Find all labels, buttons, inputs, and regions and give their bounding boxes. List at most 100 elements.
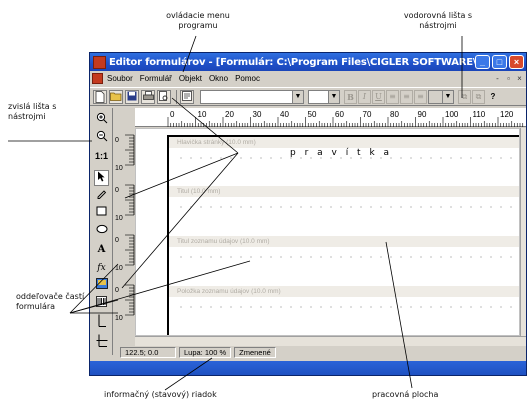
menu-soubor[interactable]: Soubor — [107, 74, 133, 83]
paste-format-icon[interactable]: ⧉ — [472, 89, 485, 104]
section-body-list-item[interactable] — [176, 302, 519, 310]
zoom-out-icon[interactable] — [94, 130, 109, 146]
chevron-down-icon[interactable]: ▼ — [442, 90, 453, 103]
ruler-label: 10 — [115, 265, 123, 272]
vertical-ruler-scale: 0 10 0 10 0 10 0 10 — [115, 134, 135, 322]
ruler-label: 10 — [115, 215, 123, 222]
image-icon[interactable] — [94, 278, 109, 294]
section-body-list-title[interactable] — [176, 252, 519, 260]
app-icon — [93, 55, 106, 69]
document-icon[interactable] — [92, 73, 103, 84]
underline-button[interactable]: U — [372, 89, 385, 104]
ruler-label: 40 — [280, 110, 289, 119]
pencil-icon[interactable] — [94, 188, 109, 204]
ruler-label: 80 — [390, 110, 399, 119]
horizontal-scrollbar[interactable] — [135, 336, 526, 346]
ruler-label: 70 — [363, 110, 372, 119]
mdi-minimize-button[interactable]: - — [493, 74, 502, 84]
color-combo[interactable]: ▼ — [428, 89, 454, 104]
ruler-label: 50 — [308, 110, 317, 119]
vertical-line-icon[interactable] — [94, 314, 109, 330]
ruler-label: 90 — [418, 110, 427, 119]
section-body-title[interactable] — [176, 202, 519, 210]
menu-objekt[interactable]: Objekt — [179, 74, 202, 83]
callout-workspace-label: pracovná plocha — [372, 390, 439, 399]
copy-format-icon[interactable]: ⧉ — [458, 89, 471, 104]
rulers-annotation: p r a v í t k a — [290, 148, 393, 158]
ellipse-icon[interactable] — [94, 224, 109, 240]
zoom-in-icon[interactable] — [94, 112, 109, 128]
ruler-label: 0 — [170, 110, 175, 119]
maximize-button[interactable]: □ — [492, 55, 507, 69]
menu-pomoc[interactable]: Pomoc — [235, 74, 260, 83]
align-left-icon[interactable]: ≡ — [386, 89, 399, 104]
ruler-label: 0 — [115, 187, 119, 194]
status-bar: 122.5; 0.0 Lupa: 100 % Zmenené — [114, 346, 526, 359]
window-title: Editor formulárov - [Formulár: C:\Progra… — [109, 56, 475, 68]
italic-button[interactable]: I — [358, 89, 371, 104]
vertical-ruler: 0 10 0 10 0 10 0 10 — [114, 127, 135, 338]
callout-status-label: informačný (stavový) riadok — [104, 390, 217, 399]
callout-separators-label: oddeľovače častí formulára — [16, 292, 85, 311]
print-icon[interactable] — [141, 89, 155, 104]
section-header-list-item[interactable]: Položka zoznamu údajov (10.0 mm) — [169, 286, 519, 297]
ruler-label: 10 — [115, 315, 123, 322]
ruler-label: 100 — [445, 110, 459, 119]
save-icon[interactable] — [125, 89, 139, 104]
ruler-label: 20 — [225, 110, 234, 119]
ruler-label: 30 — [253, 110, 262, 119]
app-window: Editor formulárov - [Formulár: C:\Progra… — [89, 52, 527, 376]
zoom-one-button[interactable]: 1:1 — [94, 148, 109, 164]
ruler-label: 10 — [198, 110, 207, 119]
print-preview-icon[interactable] — [157, 89, 171, 104]
rectangle-icon[interactable] — [94, 206, 109, 222]
open-folder-icon[interactable] — [109, 89, 123, 104]
ruler-label: 110 — [473, 110, 486, 119]
align-right-icon[interactable]: ≡ — [414, 89, 427, 104]
title-bar[interactable]: Editor formulárov - [Formulár: C:\Progra… — [90, 53, 526, 71]
function-tool-button[interactable]: fx — [94, 260, 109, 276]
font-size-combo[interactable]: ▼ — [308, 89, 340, 104]
chevron-down-icon[interactable]: ▼ — [292, 90, 303, 103]
properties-icon[interactable] — [180, 89, 194, 104]
font-name-combo[interactable]: ▼ — [200, 89, 304, 104]
minimize-button[interactable]: _ — [475, 55, 490, 69]
mdi-restore-button[interactable]: ▫ — [504, 74, 513, 84]
callout-vtoolbar-label: zvislá lišta s nástrojmi — [8, 102, 57, 121]
new-document-icon[interactable] — [93, 89, 107, 104]
callout-menu-label: ovládacie menu programu — [166, 11, 230, 30]
taskbar — [90, 361, 526, 375]
callout-htoolbar-label: vodorovná lišta s nástrojmi — [403, 11, 473, 30]
ruler-label: 0 — [115, 237, 119, 244]
close-button[interactable]: × — [509, 55, 524, 69]
horizontal-toolbar: ▼ ▼ B I U ≡ ≡ ≡ ▼ ⧉ ⧉ ? — [90, 87, 526, 106]
menu-bar: Soubor Formulář Objekt Okno Pomoc - ▫ × — [90, 71, 526, 86]
help-button[interactable]: ? — [486, 89, 500, 104]
ruler-label: 10 — [115, 165, 123, 172]
status-zoom: Lupa: 100 % — [179, 347, 232, 358]
bold-button[interactable]: B — [344, 89, 357, 104]
table-icon[interactable] — [94, 334, 109, 350]
section-header-page[interactable]: Hlavička stránky (10.0 mm) — [169, 137, 519, 148]
ruler-label: 0 — [115, 137, 119, 144]
barcode-icon[interactable] — [94, 296, 109, 312]
status-coordinates: 122.5; 0.0 — [120, 347, 176, 358]
status-modified: Zmenené — [234, 347, 276, 358]
menu-formular[interactable]: Formulář — [140, 74, 172, 83]
align-center-icon[interactable]: ≡ — [400, 89, 413, 104]
vertical-scrollbar[interactable] — [520, 128, 526, 336]
vertical-toolbar: 1:1 A fx — [90, 108, 113, 355]
section-header-list-title[interactable]: Titul zoznamu údajov (10.0 mm) — [169, 236, 519, 247]
pointer-icon[interactable] — [94, 170, 109, 186]
text-tool-button[interactable]: A — [94, 242, 109, 258]
mdi-close-button[interactable]: × — [515, 74, 524, 84]
ruler-label: 0 — [115, 287, 119, 294]
workspace-canvas[interactable]: Hlavička stránky (10.0 mm) Titul (10.0 m… — [135, 128, 520, 336]
chevron-down-icon[interactable]: ▼ — [328, 90, 339, 103]
horizontal-ruler: 0 10 20 30 40 50 60 70 80 90 100 110 120 — [135, 108, 526, 127]
toolbar-separator — [176, 89, 177, 104]
menu-okno[interactable]: Okno — [209, 74, 228, 83]
section-header-title[interactable]: Titul (10.0 mm) — [169, 186, 519, 197]
horizontal-ruler-scale: 0 10 20 30 40 50 60 70 80 90 100 110 120 — [167, 110, 524, 127]
ruler-label: 120 — [500, 110, 514, 119]
